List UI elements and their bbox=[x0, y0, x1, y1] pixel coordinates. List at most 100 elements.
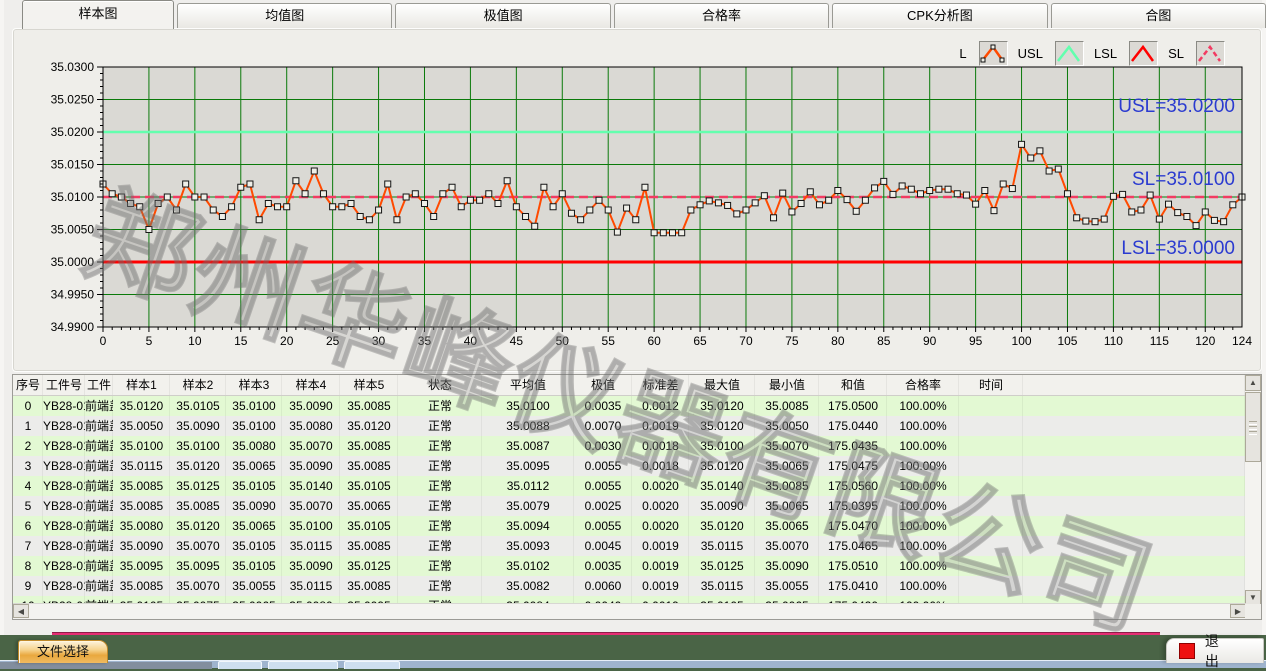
cell: 35.0115 bbox=[282, 576, 340, 596]
cell: 35.0070 bbox=[282, 496, 340, 516]
table-row[interactable]: 7YB28-01前端盖35.009035.007035.010535.01153… bbox=[13, 536, 1245, 556]
cell: 35.0070 bbox=[755, 536, 819, 556]
cell: 35.0100 bbox=[689, 436, 755, 456]
cell: 100.00% bbox=[887, 396, 959, 416]
cell: 35.0105 bbox=[340, 516, 398, 536]
file-select-button[interactable]: 文件选择 bbox=[18, 640, 108, 663]
cell: 35.0115 bbox=[689, 536, 755, 556]
cell: 35.0095 bbox=[482, 456, 574, 476]
cell: 0.0020 bbox=[632, 476, 689, 496]
filler-cell bbox=[1023, 496, 1245, 516]
cell: YB28-01 bbox=[43, 396, 85, 416]
column-header: 合格率 bbox=[887, 375, 959, 395]
cell: 35.0120 bbox=[340, 416, 398, 436]
tab-1[interactable]: 均值图 bbox=[177, 3, 392, 28]
cell: 100.00% bbox=[887, 536, 959, 556]
tab-4[interactable]: CPK分析图 bbox=[832, 3, 1047, 28]
table-row[interactable]: 2YB28-01前端盖35.010035.010035.008035.00703… bbox=[13, 436, 1245, 456]
cell: 正常 bbox=[398, 556, 482, 576]
cell: 0 bbox=[13, 396, 43, 416]
cell: 35.0100 bbox=[226, 416, 282, 436]
cell: 前端盖 bbox=[85, 436, 113, 456]
cell bbox=[959, 476, 1023, 496]
svg-text:34.9900: 34.9900 bbox=[51, 320, 95, 334]
tab-0[interactable]: 样本图 bbox=[22, 0, 174, 29]
cell: 100.00% bbox=[887, 556, 959, 576]
cell: 35.0100 bbox=[113, 436, 170, 456]
table-row[interactable]: 0YB28-01前端盖35.012035.010535.010035.00903… bbox=[13, 396, 1245, 416]
cell: 100.00% bbox=[887, 576, 959, 596]
table-row[interactable]: 5YB28-01前端盖35.008535.008535.009035.00703… bbox=[13, 496, 1245, 516]
cell: 100.00% bbox=[887, 456, 959, 476]
cell: 0.0030 bbox=[574, 436, 632, 456]
cell: 35.0090 bbox=[282, 396, 340, 416]
exit-button[interactable]: 退 出 bbox=[1166, 638, 1264, 663]
cell: 35.0090 bbox=[170, 416, 226, 436]
cell: 前端盖 bbox=[85, 396, 113, 416]
cell: 35.0120 bbox=[170, 516, 226, 536]
cell: 35.0090 bbox=[689, 496, 755, 516]
cell: YB28-01 bbox=[43, 476, 85, 496]
svg-text:0: 0 bbox=[100, 334, 107, 348]
scroll-up-button[interactable]: ▲ bbox=[1245, 375, 1261, 391]
vertical-scrollbar[interactable]: ▲ ▼ bbox=[1245, 375, 1261, 606]
cell: 35.0120 bbox=[170, 456, 226, 476]
scroll-left-button[interactable]: ◀ bbox=[13, 604, 29, 618]
horizontal-scrollbar[interactable]: ◀ ▶ bbox=[13, 603, 1246, 619]
cell: 6 bbox=[13, 516, 43, 536]
cell: 35.0105 bbox=[340, 476, 398, 496]
filler-cell bbox=[1023, 375, 1245, 395]
cell: 0.0020 bbox=[632, 516, 689, 536]
cell: 前端盖 bbox=[85, 416, 113, 436]
tab-bar: 样本图均值图极值图合格率CPK分析图合图 bbox=[8, 0, 1266, 28]
cell: 0.0018 bbox=[632, 436, 689, 456]
table-row[interactable]: 4YB28-01前端盖35.008535.012535.010535.01403… bbox=[13, 476, 1245, 496]
cell: 35.0085 bbox=[340, 436, 398, 456]
scroll-right-button[interactable]: ▶ bbox=[1230, 604, 1246, 618]
table-row[interactable]: 9YB28-01前端盖35.008535.007035.005535.01153… bbox=[13, 576, 1245, 596]
vertical-scroll-thumb[interactable] bbox=[1245, 392, 1261, 462]
column-header: 平均值 bbox=[482, 375, 574, 395]
svg-text:115: 115 bbox=[1150, 334, 1169, 348]
cell: 0.0055 bbox=[574, 516, 632, 536]
cell bbox=[959, 396, 1023, 416]
cell: YB28-01 bbox=[43, 456, 85, 476]
cell: 35.0065 bbox=[755, 516, 819, 536]
cell: 35.0085 bbox=[340, 576, 398, 596]
cell: 前端盖 bbox=[85, 536, 113, 556]
cell: 35.0090 bbox=[755, 556, 819, 576]
cell: 35.0125 bbox=[689, 556, 755, 576]
tab-5[interactable]: 合图 bbox=[1051, 3, 1266, 28]
column-header: 工件 bbox=[85, 375, 113, 395]
table-row[interactable]: 1YB28-01前端盖35.005035.009035.010035.00803… bbox=[13, 416, 1245, 436]
cell: 35.0050 bbox=[113, 416, 170, 436]
table-grid: 序号工件号工件样本1样本2样本3样本4样本5状态平均值极值标准差最大值最小值和值… bbox=[13, 375, 1245, 606]
table-row[interactable]: 3YB28-01前端盖35.011535.012035.006535.00903… bbox=[13, 456, 1245, 476]
svg-text:100: 100 bbox=[1012, 334, 1032, 348]
svg-text:85: 85 bbox=[877, 334, 891, 348]
cell: 正常 bbox=[398, 496, 482, 516]
cell: 正常 bbox=[398, 476, 482, 496]
exit-button-label: 退 出 bbox=[1205, 631, 1263, 671]
cell: 0.0035 bbox=[574, 556, 632, 576]
cell: 5 bbox=[13, 496, 43, 516]
svg-text:35.0300: 35.0300 bbox=[51, 60, 95, 74]
cell: 0.0055 bbox=[574, 476, 632, 496]
tab-2[interactable]: 极值图 bbox=[395, 3, 610, 28]
column-header: 工件号 bbox=[43, 375, 85, 395]
tab-3[interactable]: 合格率 bbox=[614, 3, 829, 28]
sl-annotation: SL=35.0100 bbox=[1132, 169, 1235, 190]
cell: 35.0050 bbox=[755, 416, 819, 436]
cell: 100.00% bbox=[887, 416, 959, 436]
column-header: 样本2 bbox=[170, 375, 226, 395]
cell: 35.0065 bbox=[755, 456, 819, 476]
cell bbox=[959, 536, 1023, 556]
red-square-icon bbox=[1179, 643, 1195, 659]
cell: 35.0105 bbox=[226, 476, 282, 496]
cell: 35.0070 bbox=[170, 536, 226, 556]
cell: 35.0100 bbox=[282, 516, 340, 536]
table-row[interactable]: 8YB28-01前端盖35.009535.009535.010535.00903… bbox=[13, 556, 1245, 576]
cell: 35.0105 bbox=[226, 536, 282, 556]
table-row[interactable]: 6YB28-01前端盖35.008035.012035.006535.01003… bbox=[13, 516, 1245, 536]
cell: 0.0025 bbox=[574, 496, 632, 516]
